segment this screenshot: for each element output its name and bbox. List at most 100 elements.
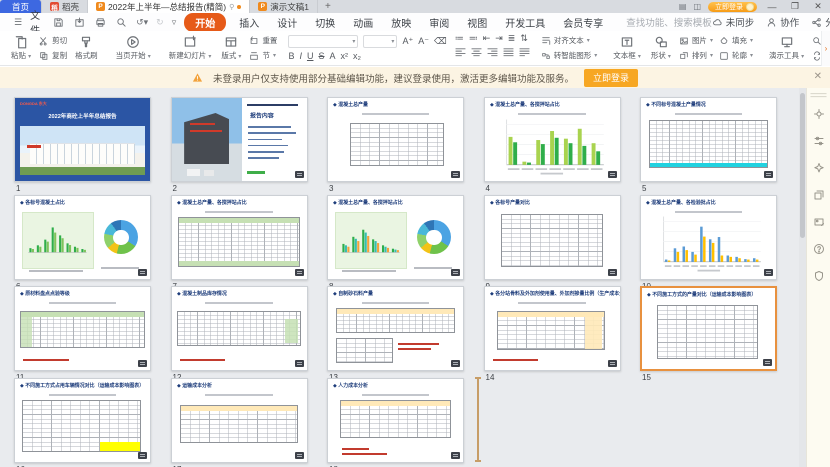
redo-icon[interactable]: ↻ <box>152 17 168 28</box>
close-button[interactable]: ✕ <box>810 1 826 12</box>
font-style-button-x₂[interactable]: x₂ <box>353 51 361 61</box>
toolbar-button-节[interactable]: 节▾ <box>246 50 280 61</box>
slide-thumbnail-5[interactable]: ◆ 不同标号混凝土产量情况 <box>640 97 777 182</box>
align-button-1[interactable] <box>471 45 482 63</box>
notes-badge[interactable] <box>295 360 304 367</box>
paragraph-button[interactable]: ⇅ <box>520 33 528 44</box>
slide-thumbnail-18[interactable]: ◆ 人力成本分析 <box>327 378 464 463</box>
print-icon[interactable] <box>90 17 111 28</box>
align-button-0[interactable] <box>455 45 466 63</box>
sidebar-image-edit-icon[interactable] <box>813 215 825 233</box>
export-icon[interactable] <box>69 17 90 28</box>
menu-item-切换[interactable]: 切换 <box>306 15 344 30</box>
new-tab-button[interactable]: + <box>318 0 338 13</box>
login-pill-button[interactable]: 立即登录 <box>708 2 757 12</box>
slide-thumbnail-7[interactable]: ◆ 混凝土总产量、各搅拌站占比 <box>171 195 308 280</box>
slide-thumbnail-16[interactable]: ◆ 不同施工方式占用车辆情况对比（运输成本影响图表） <box>14 378 151 463</box>
menu-item-开发工具[interactable]: 开发工具 <box>496 15 554 30</box>
slide-thumbnail-11[interactable]: ◆ 原材料盘点点验等级 <box>14 286 151 371</box>
font-style-button-I[interactable]: I <box>299 51 302 61</box>
align-button-2[interactable] <box>487 45 498 63</box>
notes-badge[interactable] <box>138 269 147 276</box>
slide-thumbnail-4[interactable]: ◆ 混凝土总产量、各搅拌站占比 <box>484 97 621 182</box>
save-icon[interactable] <box>48 17 69 28</box>
toolbar-button-新建幻灯片[interactable]: 新建幻灯片 ▾ <box>164 31 217 65</box>
minimize-button[interactable]: — <box>764 2 780 12</box>
slide-thumbnail-8[interactable]: ◆ 混凝土总产量、各搅拌站占比 <box>327 195 464 280</box>
sidebar-properties-icon[interactable] <box>813 134 825 152</box>
toolbar-button-排列[interactable]: 排列▾ <box>676 50 716 61</box>
notes-badge[interactable] <box>451 171 460 178</box>
toolbar-button-对齐文本[interactable]: 对齐文本▾ <box>538 35 601 46</box>
sidebar-effects-icon[interactable] <box>813 161 825 179</box>
sidebar-help-icon[interactable] <box>813 242 825 260</box>
preview-icon[interactable] <box>111 17 132 28</box>
tab-document-active[interactable]: P 2022年上半年—总结报告(精简) ⚲ <box>88 0 250 13</box>
notes-badge[interactable] <box>764 269 773 276</box>
paragraph-button[interactable]: ⇥ <box>495 33 503 44</box>
slide-thumbnail-2[interactable]: 报告内容 <box>171 97 308 182</box>
toolbar-button-版式[interactable]: 版式 ▾ <box>216 31 246 65</box>
toolbar-button-图片[interactable]: 图片▾ <box>676 35 716 46</box>
toolbar-expand-button[interactable]: › <box>821 31 830 66</box>
toolbar-button-格式刷[interactable]: 格式刷 <box>70 31 103 65</box>
align-button-3[interactable] <box>503 45 514 63</box>
notes-badge[interactable] <box>763 359 772 366</box>
toolbar-button-当页开始[interactable]: 当页开始 ▾ <box>111 31 156 65</box>
slide-thumbnail-13[interactable]: ◆ 自制砂石料产量 <box>327 286 464 371</box>
tab-docer[interactable]: 稻稻壳 <box>42 0 88 13</box>
toolbar-button-填充[interactable]: 填充▾ <box>716 35 756 46</box>
slide-thumbnail-6[interactable]: ◆ 各标号混凝土占比 <box>14 195 151 280</box>
notes-badge[interactable] <box>764 171 773 178</box>
slide-thumbnail-10[interactable]: ◆ 混凝土总产量、各检验批占比 <box>640 195 777 280</box>
toolbar-button-重置[interactable]: 重置 <box>246 35 280 46</box>
menu-item-插入[interactable]: 插入 <box>230 15 268 30</box>
toolbar-button-复制[interactable]: 复制 <box>36 50 70 61</box>
menu-item-放映[interactable]: 放映 <box>382 15 420 30</box>
menu-item-审阅[interactable]: 审阅 <box>420 15 458 30</box>
restore-button[interactable]: ❐ <box>787 1 803 12</box>
toolbar-button-演示工具[interactable]: 演示工具 ▾ <box>764 31 809 65</box>
menu-item-设计[interactable]: 设计 <box>268 15 306 30</box>
collaborate-button[interactable]: 协作 <box>766 15 799 29</box>
slide-thumbnail-3[interactable]: ◆ 混凝土总产量 <box>327 97 464 182</box>
slide-thumbnail-15[interactable]: ◆ 不同施工方式的产量对比（运输成本影响图表） <box>640 286 777 371</box>
toolbar-button-粘贴[interactable]: 粘贴 ▾ <box>6 31 36 65</box>
menu-item-会员专享[interactable]: 会员专享 <box>554 15 612 30</box>
font-style-button-A[interactable]: A <box>329 51 335 61</box>
notes-badge[interactable] <box>295 452 304 459</box>
slide-thumbnail-9[interactable]: ◆ 各标号产量对比 <box>484 195 621 280</box>
menu-item-视图[interactable]: 视图 <box>458 15 496 30</box>
slide-thumbnail-17[interactable]: ◆ 运输成本分析 <box>171 378 308 463</box>
notes-badge[interactable] <box>608 360 617 367</box>
customize-toolbar-icon[interactable]: ▿ <box>168 17 181 28</box>
toolbar-button-转智能图形[interactable]: 转智能图形▾ <box>538 50 601 61</box>
slide-thumbnail-12[interactable]: ◆ 混凝土制品库存情况 <box>171 286 308 371</box>
font-style-button-S[interactable]: S <box>318 51 324 61</box>
font-style-button-B[interactable]: B <box>288 51 294 61</box>
toolbar-button-形状[interactable]: 形状 ▾ <box>646 31 676 65</box>
menu-item-动画[interactable]: 动画 <box>344 15 382 30</box>
notes-badge[interactable] <box>451 452 460 459</box>
toolbar-button-轮廓[interactable]: 轮廓▾ <box>716 50 756 61</box>
sidebar-badge-icon[interactable] <box>813 269 825 287</box>
increase-font-button[interactable]: A⁺ <box>402 36 413 47</box>
tab-document-2[interactable]: P 演示文稿1 <box>250 0 318 13</box>
slide-thumbnail-1[interactable]: DONGDA 东大 2022年商砼上半年总结报告 <box>14 97 151 182</box>
decrease-font-button[interactable]: A⁻ <box>418 36 429 47</box>
paragraph-button[interactable]: ≣ <box>508 33 516 44</box>
scrollbar-thumb[interactable] <box>800 93 805 238</box>
pin-icon[interactable]: ⚲ <box>229 3 234 11</box>
font-family-select[interactable]: ▾ <box>288 35 358 48</box>
tab-list-icon[interactable]: ▤ <box>679 3 687 11</box>
sidebar-handle[interactable]: ———— <box>811 92 827 98</box>
font-style-button-x²[interactable]: x² <box>341 51 349 61</box>
font-size-select[interactable]: ▾ <box>363 35 397 48</box>
share-button[interactable]: 分享 <box>811 15 830 29</box>
slide-thumbnail-14[interactable]: ◆ 各分站骨料及外加剂使用量、外加剂掺量比例（生产成本分析） <box>484 286 621 371</box>
align-button-4[interactable] <box>519 45 530 63</box>
toolbar-button-文本框[interactable]: 文本框 ▾ <box>608 31 646 65</box>
vertical-scrollbar[interactable] <box>799 88 806 467</box>
menu-item-开始[interactable]: 开始 <box>184 13 226 32</box>
notes-badge[interactable] <box>451 269 460 276</box>
